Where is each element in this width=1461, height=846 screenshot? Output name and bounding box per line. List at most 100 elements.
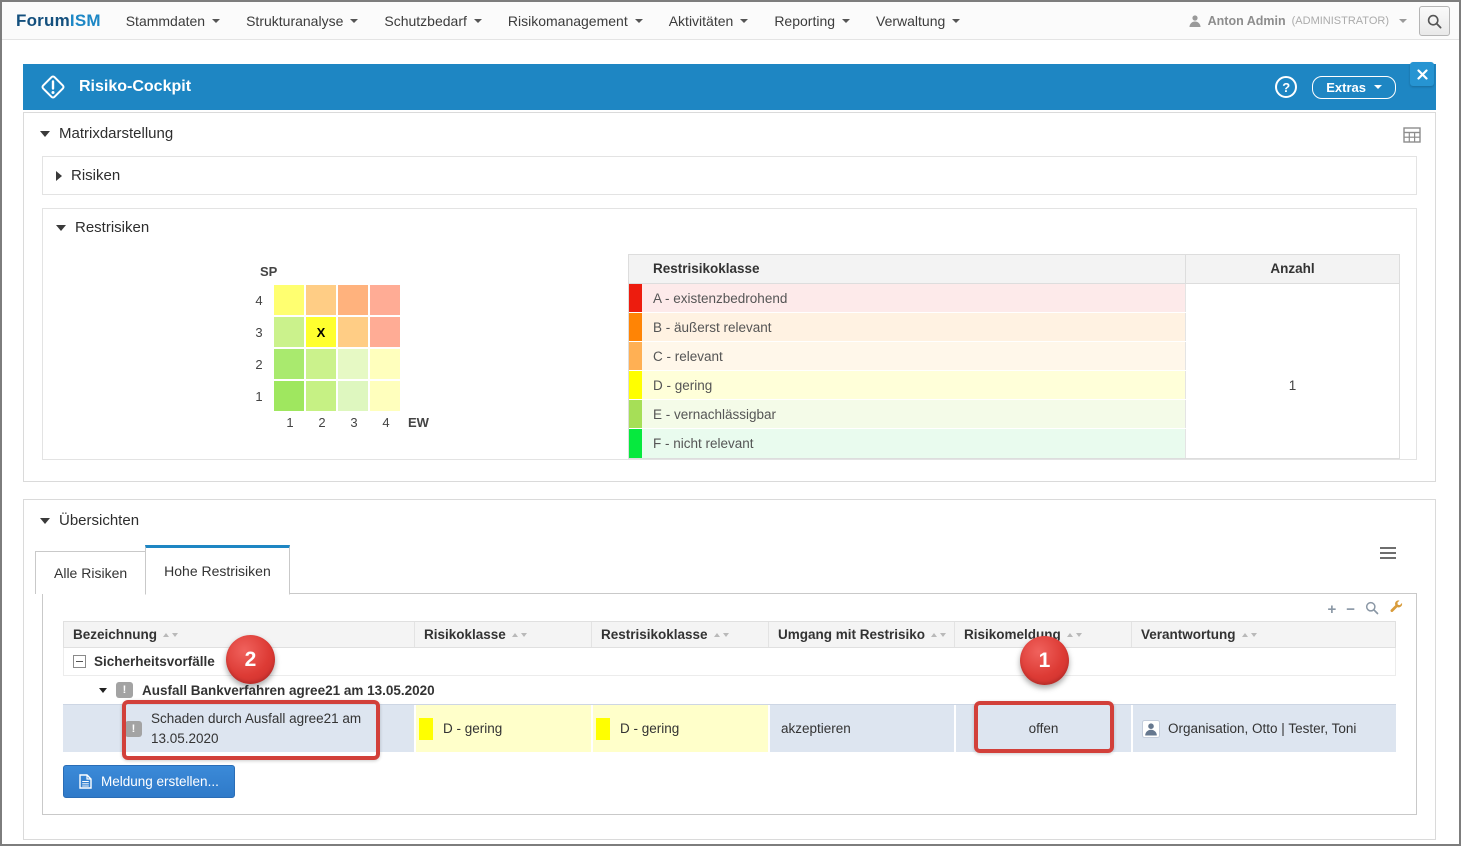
risk-color-swatch: [419, 718, 433, 740]
nav-item-schutzbedarf[interactable]: Schutzbedarf: [371, 7, 495, 35]
nav-item-verwaltung[interactable]: Verwaltung: [863, 7, 973, 35]
tab-alle-risiken[interactable]: Alle Risiken: [35, 551, 146, 594]
high-risk-table: Bezeichnung Risikoklasse Restrisikoklass…: [63, 621, 1396, 752]
table-row: F - nicht relevant: [629, 429, 1399, 458]
collapse-triangle-icon: [40, 518, 50, 524]
matrix-cell: [370, 285, 400, 315]
group-row-sicherheitsvorfaelle[interactable]: Sicherheitsvorfälle: [63, 648, 1396, 676]
matrix-cell: [338, 349, 368, 379]
table-row: C - relevant: [629, 342, 1399, 371]
sort-icon: [163, 633, 178, 637]
app-logo[interactable]: ForumISM: [16, 11, 101, 31]
matrix-cell: [274, 349, 304, 379]
nav-item-aktivitaeten[interactable]: Aktivitäten: [656, 7, 762, 35]
top-navigation-bar: ForumISM Stammdaten Strukturanalyse Schu…: [2, 2, 1459, 40]
risk-class-count: [1185, 342, 1399, 370]
restrisikoklasse-table: Restrisikoklasse Anzahl A - existenzbedr…: [628, 254, 1400, 459]
table-view-icon[interactable]: [1403, 127, 1421, 147]
matrix-col-label: 3: [338, 415, 370, 430]
user-menu[interactable]: Anton Admin (ADMINISTRATOR): [1188, 2, 1407, 40]
section-title: Übersichten: [59, 512, 139, 529]
expand-triangle-icon: [56, 171, 62, 181]
create-report-label: Meldung erstellen...: [101, 774, 219, 789]
chevron-down-icon: [740, 19, 748, 23]
column-label: Risikomeldung: [964, 627, 1061, 642]
extras-button[interactable]: Extras: [1312, 76, 1396, 99]
column-header-restrisikoklasse: Restrisikoklasse: [629, 255, 1185, 283]
risk-class-label: D - gering: [642, 378, 712, 393]
risk-cockpit-icon: [39, 73, 67, 101]
table-row: B - äußerst relevant: [629, 313, 1399, 342]
umgang-value: akzeptieren: [781, 721, 851, 736]
uebersichten-panel: Übersichten Alle Risiken Hohe Restrisike…: [23, 499, 1436, 840]
section-matrixdarstellung[interactable]: Matrixdarstellung: [24, 113, 1435, 150]
risk-title: Schaden durch Ausfall agree21 am 13.05.2…: [151, 709, 363, 748]
high-risk-tab-panel: + − Bezeichnung Risikoklasse Restrisikok…: [42, 593, 1417, 815]
magnifier-icon[interactable]: [1365, 601, 1379, 618]
nav-item-reporting[interactable]: Reporting: [761, 7, 863, 35]
column-header-risikomeldung[interactable]: Risikomeldung: [955, 622, 1132, 647]
table-row: D - gering 1: [629, 371, 1399, 400]
column-label: Risikoklasse: [424, 627, 506, 642]
risk-class-label: A - existenzbedrohend: [642, 291, 787, 306]
section-restrisiken[interactable]: Restrisiken: [43, 209, 1416, 246]
risk-class-label: E - vernachlässigbar: [642, 407, 776, 422]
document-icon: [79, 774, 92, 789]
chevron-down-icon: [1374, 85, 1382, 89]
sort-icon: [512, 633, 527, 637]
nav-item-strukturanalyse[interactable]: Strukturanalyse: [233, 7, 371, 35]
chevron-down-icon: [474, 19, 482, 23]
close-icon: [1417, 69, 1428, 80]
wrench-icon[interactable]: [1389, 600, 1404, 618]
table-row: A - existenzbedrohend: [629, 284, 1399, 313]
tab-hohe-restrisiken[interactable]: Hohe Restrisiken: [145, 545, 290, 595]
restrisiken-box: Restrisiken SP 4 3 X: [42, 208, 1417, 460]
remove-row-icon[interactable]: −: [1346, 602, 1355, 617]
subgroup-row-ausfall-bankverfahren[interactable]: ! Ausfall Bankverfahren agree21 am 13.05…: [63, 676, 1396, 704]
column-header-restrisikoklasse[interactable]: Restrisikoklasse: [592, 622, 769, 647]
table-toolbar: + −: [1327, 600, 1404, 618]
chevron-down-icon: [952, 19, 960, 23]
matrix-row-label: 2: [248, 357, 270, 372]
risk-class-cell: A - existenzbedrohend: [629, 284, 1185, 312]
close-cockpit-button[interactable]: [1410, 62, 1434, 86]
section-uebersichten[interactable]: Übersichten: [24, 500, 1435, 537]
matrix-cell: [306, 349, 336, 379]
nav-label: Risikomanagement: [508, 13, 628, 29]
create-report-button[interactable]: Meldung erstellen...: [63, 765, 235, 798]
column-header-bezeichnung[interactable]: Bezeichnung: [64, 622, 415, 647]
matrix-row-label: 4: [248, 293, 270, 308]
matrix-cell-marker: X: [306, 317, 336, 347]
nav-label: Reporting: [774, 13, 835, 29]
add-row-icon[interactable]: +: [1327, 602, 1336, 617]
collapse-minus-icon[interactable]: [73, 655, 86, 668]
matrix-cell: [370, 381, 400, 411]
search-button[interactable]: [1419, 6, 1450, 36]
section-risiken[interactable]: Risiken: [43, 157, 1416, 194]
cell-restrisikoklasse: D - gering: [591, 705, 768, 752]
column-header-risikoklasse[interactable]: Risikoklasse: [415, 622, 592, 647]
matrix-cell: [338, 381, 368, 411]
matrix-y-axis-label: SP: [260, 264, 429, 279]
help-button[interactable]: ?: [1275, 76, 1297, 98]
matrix-cell: [338, 317, 368, 347]
search-icon: [1427, 14, 1442, 29]
page-title: Risiko-Cockpit: [79, 78, 191, 96]
nav-item-stammdaten[interactable]: Stammdaten: [113, 7, 233, 35]
main-menu: Stammdaten Strukturanalyse Schutzbedarf …: [113, 7, 974, 35]
nav-item-risikomanagement[interactable]: Risikomanagement: [495, 7, 656, 35]
risk-color-swatch: [596, 718, 610, 740]
nav-label: Aktivitäten: [669, 13, 734, 29]
column-header-umgang[interactable]: Umgang mit Restrisiko: [769, 622, 955, 647]
chevron-down-icon: [212, 19, 220, 23]
risikomeldung-status: offen: [1029, 721, 1059, 736]
table-row-schaden[interactable]: ! Schaden durch Ausfall agree21 am 13.05…: [63, 704, 1396, 752]
column-header-verantwortung[interactable]: Verantwortung: [1132, 622, 1395, 647]
matrix-marker: X: [317, 325, 326, 340]
warning-icon: !: [116, 682, 133, 698]
risk-class-cell: C - relevant: [629, 342, 1185, 370]
cell-risikomeldung: offen: [954, 705, 1131, 752]
matrix-row: 4: [248, 285, 429, 315]
overview-tabs: Alle Risiken Hohe Restrisiken: [35, 545, 1435, 594]
risk-class-count: [1185, 313, 1399, 341]
